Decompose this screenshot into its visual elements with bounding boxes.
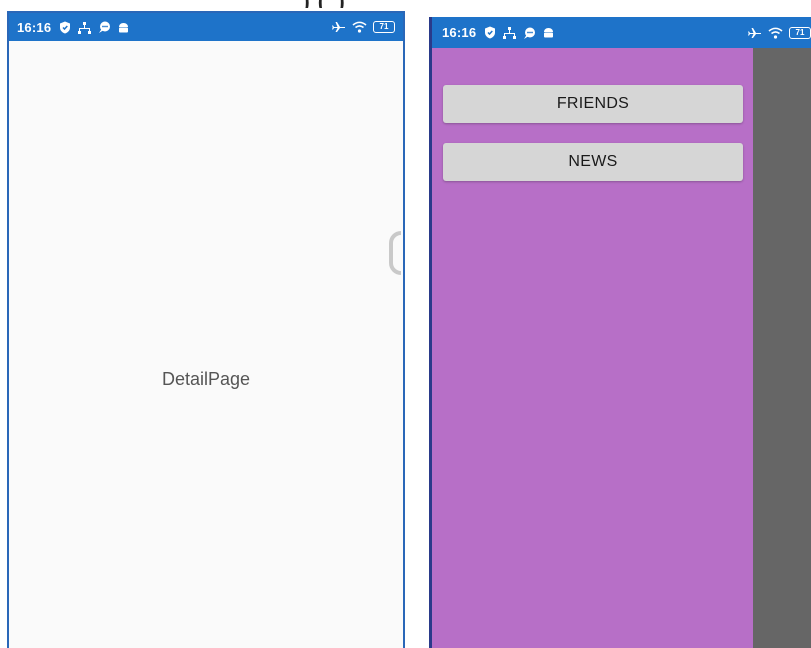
shield-icon	[484, 26, 496, 39]
news-button[interactable]: NEWS	[443, 143, 743, 181]
wifi-icon	[768, 27, 783, 39]
battery-icon: 71	[789, 26, 811, 39]
network-icon	[503, 26, 517, 39]
caption-text: ) ( )	[300, 0, 620, 8]
detail-page-label: DetailPage	[161, 369, 251, 389]
network-icon	[78, 21, 92, 34]
left-phone-screen: 16:16 71 DetailPage	[7, 11, 405, 648]
status-icons-left	[484, 26, 554, 39]
android-icon	[118, 22, 129, 33]
status-bar: 16:16 71	[9, 13, 403, 41]
shield-icon	[59, 21, 71, 34]
battery-icon: 71	[373, 21, 395, 33]
airplane-icon	[748, 27, 762, 39]
right-phone-screen: 16:16 71 FRIENDS NEWS	[429, 17, 811, 648]
screenshot-root: ) ( ) 16:16	[0, 0, 811, 648]
status-time: 16:16	[17, 19, 52, 35]
android-icon	[543, 27, 554, 38]
status-bar: 16:16 71	[432, 17, 811, 48]
navigation-drawer: FRIENDS NEWS	[432, 48, 753, 648]
drawer-scrim-overlay[interactable]	[753, 48, 811, 648]
status-time: 16:16	[442, 25, 477, 40]
friends-button[interactable]: FRIENDS	[443, 85, 743, 123]
airplane-icon	[332, 21, 346, 33]
wifi-icon	[352, 21, 367, 33]
chat-icon	[523, 27, 536, 39]
status-icons-right: 71	[748, 26, 811, 39]
chat-icon	[98, 21, 111, 33]
status-icons-right: 71	[332, 21, 395, 33]
status-icons-left	[59, 21, 129, 34]
drawer-swipe-handle[interactable]	[389, 231, 401, 275]
